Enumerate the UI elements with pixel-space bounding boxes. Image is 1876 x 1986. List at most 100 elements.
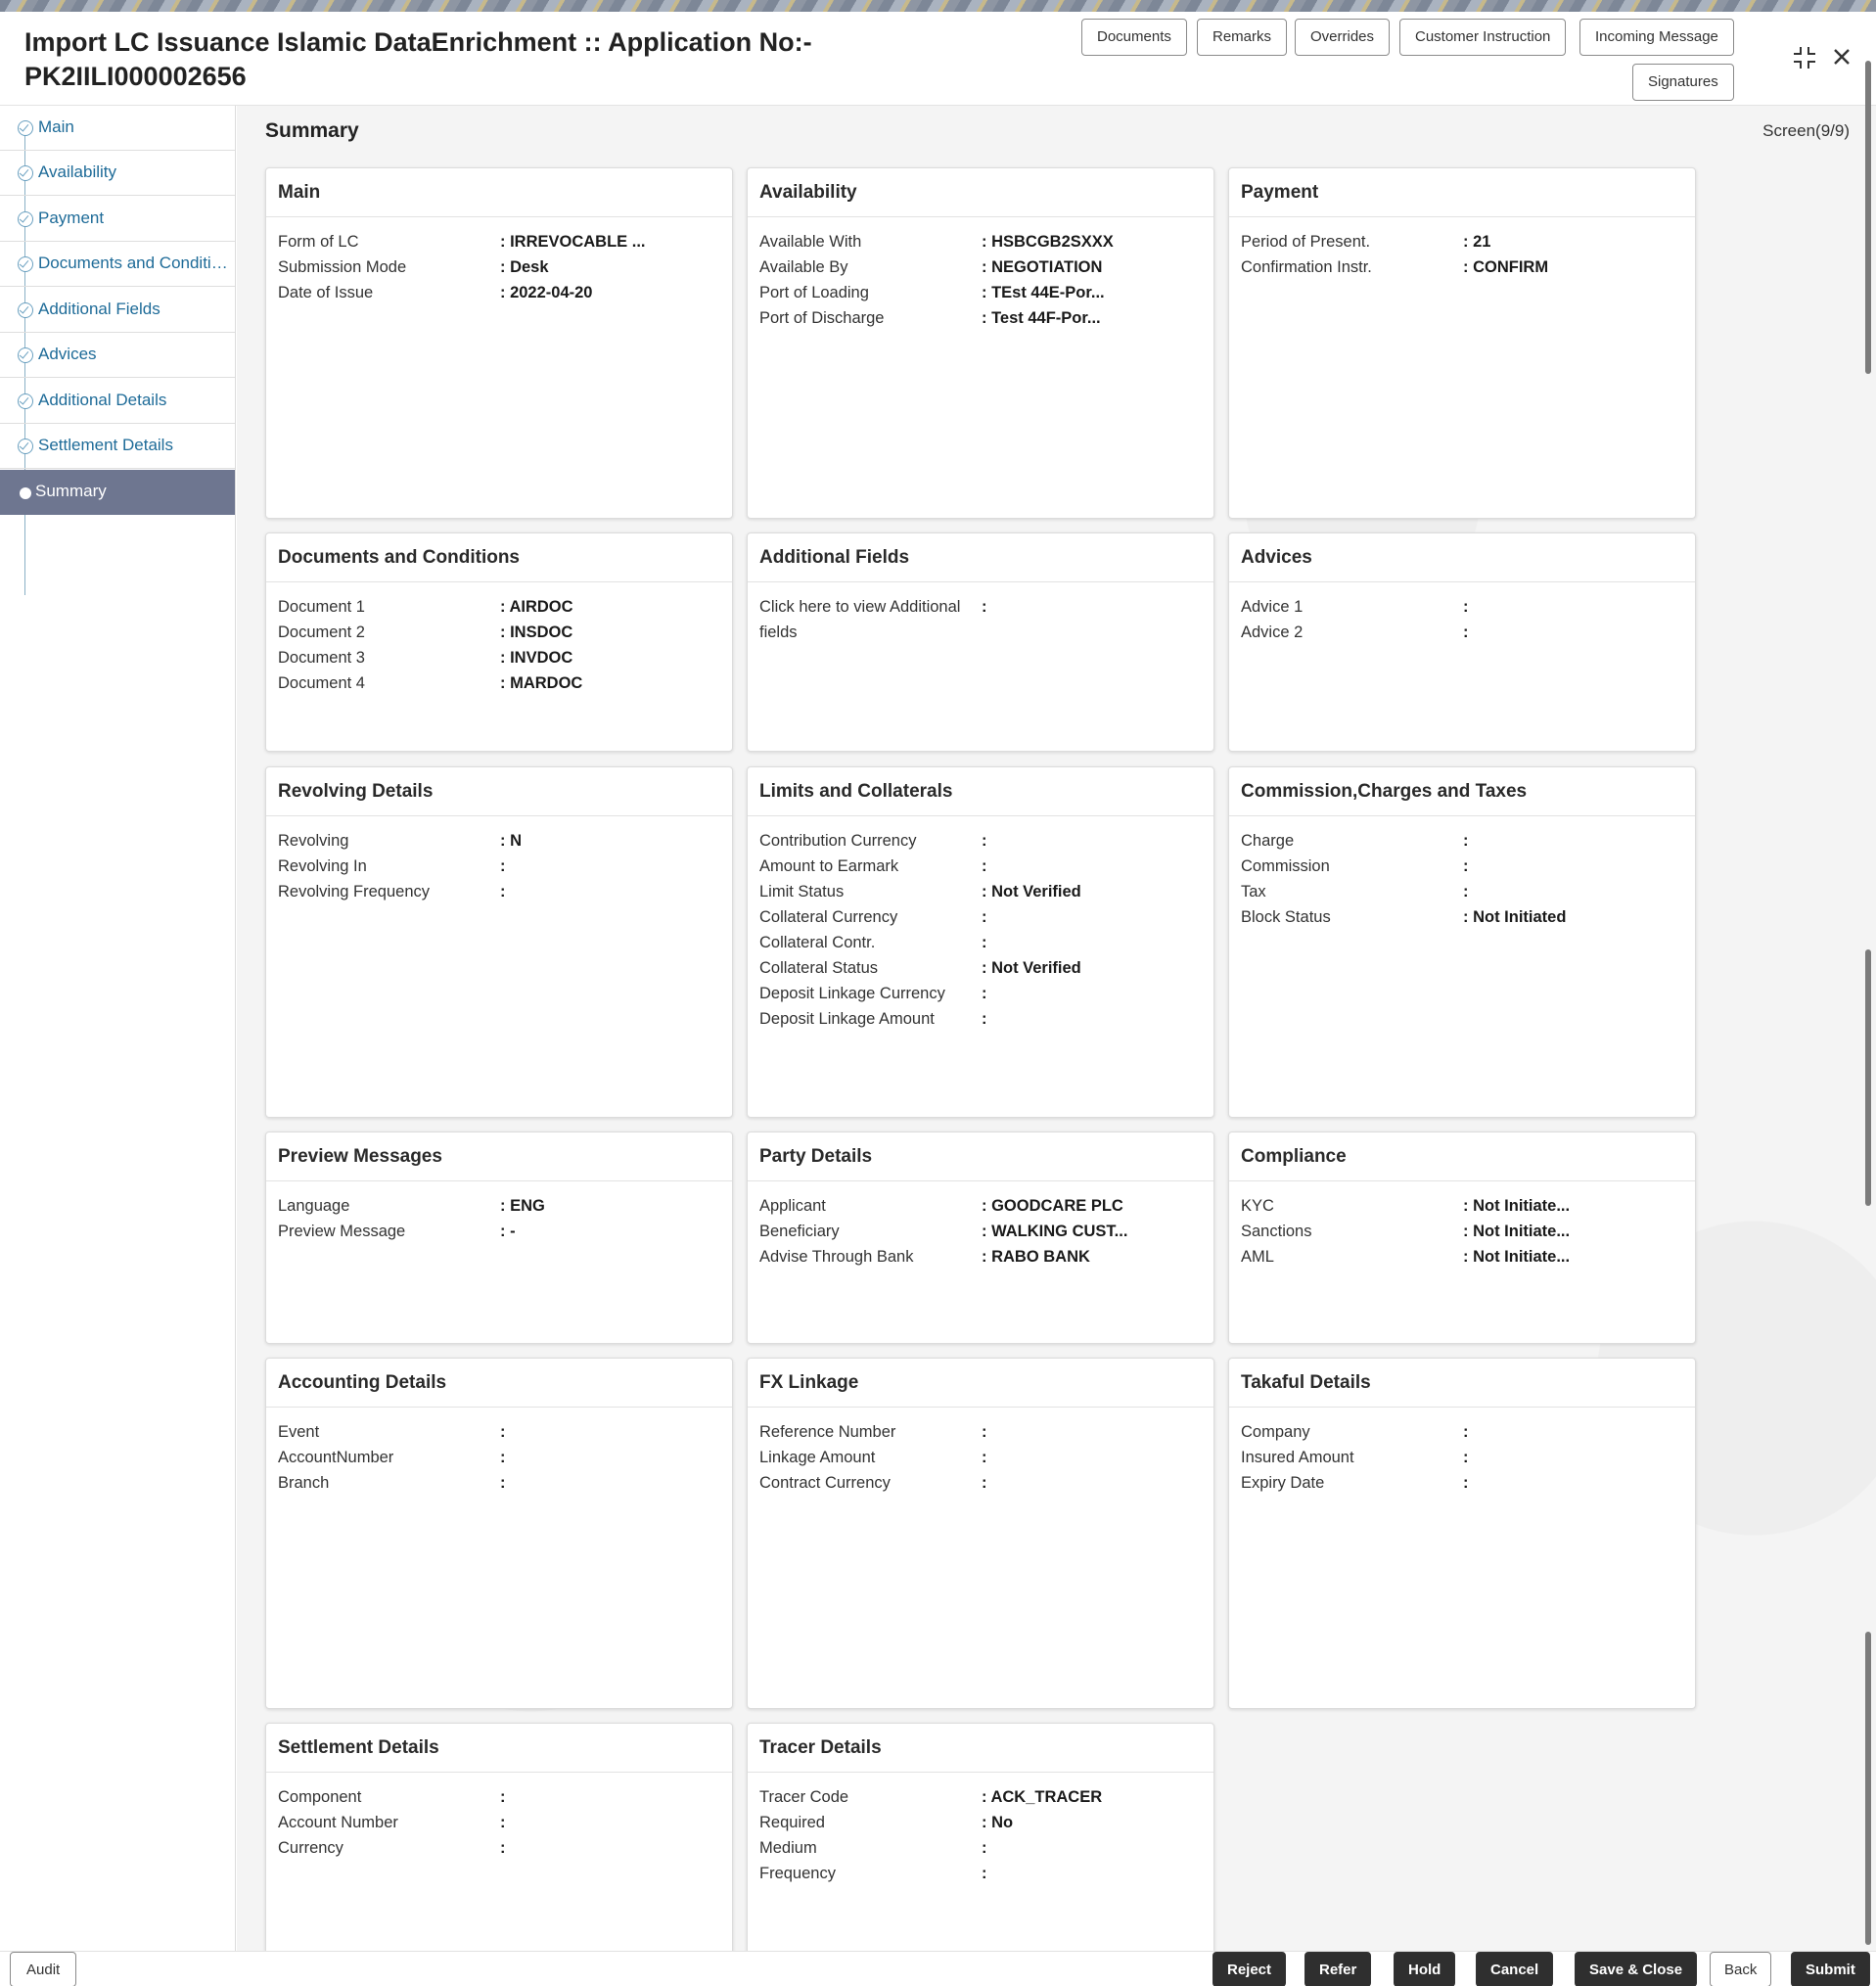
field-value: : Not Initiate...	[1463, 1223, 1571, 1240]
field-row: Amount to Earmark:	[759, 854, 1202, 879]
card-fx-linkage[interactable]: FX Linkage Reference Number: Linkage Amou…	[747, 1358, 1214, 1709]
card-body: Period of Present.: 21 Confirmation Instr…	[1229, 217, 1695, 280]
card-body: Advice 1: Advice 2:	[1229, 582, 1695, 645]
card-payment[interactable]: Payment Period of Present.: 21 Confirmati…	[1228, 167, 1696, 519]
overrides-button[interactable]: Overrides	[1295, 19, 1391, 56]
hold-button[interactable]: Hold	[1394, 1952, 1456, 1986]
card-documents-and-conditions[interactable]: Documents and Conditions Document 1: AIR…	[265, 532, 733, 752]
card-compliance[interactable]: Compliance KYC: Not Initiate... Sanctions…	[1228, 1132, 1696, 1344]
sidebar-item-label: Settlement Details	[38, 436, 173, 454]
signatures-button[interactable]: Signatures	[1632, 64, 1734, 101]
close-icon[interactable]	[1830, 45, 1853, 74]
field-value: :	[500, 1788, 506, 1806]
card-advices[interactable]: Advices Advice 1: Advice 2:	[1228, 532, 1696, 752]
field-label: Sanctions	[1241, 1223, 1312, 1240]
field-label[interactable]: Click here to view Additional fields	[759, 594, 982, 645]
collapse-icon[interactable]	[1792, 45, 1817, 76]
field-row: Branch:	[278, 1470, 720, 1496]
documents-button[interactable]: Documents	[1081, 19, 1187, 56]
incoming-message-button[interactable]: Incoming Message	[1579, 19, 1734, 56]
field-label: Account Number	[278, 1814, 398, 1831]
field-label: Linkage Amount	[759, 1449, 876, 1466]
scrollbar-thumb[interactable]	[1865, 1632, 1871, 1945]
card-party-details[interactable]: Party Details Applicant: GOODCARE PLC Ben…	[747, 1132, 1214, 1344]
field-row: Revolving Frequency:	[278, 879, 720, 904]
field-row: Available By: NEGOTIATION	[759, 254, 1202, 280]
field-value: : HSBCGB2SXXX	[982, 233, 1114, 251]
field-row: Linkage Amount:	[759, 1445, 1202, 1470]
field-label: Deposit Linkage Currency	[759, 985, 945, 1002]
field-row: Insured Amount:	[1241, 1445, 1683, 1470]
card-additional-fields[interactable]: Additional Fields Click here to view Add…	[747, 532, 1214, 752]
sidebar-item-advices[interactable]: Advices	[0, 333, 235, 378]
section-title: Summary	[265, 119, 359, 142]
field-row: Event:	[278, 1419, 720, 1445]
field-value: : Desk	[500, 258, 549, 276]
field-label: Reference Number	[759, 1423, 896, 1441]
field-row: Contract Currency:	[759, 1470, 1202, 1496]
scrollbar-thumb[interactable]	[1865, 61, 1871, 374]
card-title: Takaful Details	[1229, 1359, 1695, 1408]
field-label: Contribution Currency	[759, 832, 917, 850]
sidebar-item-main[interactable]: Main	[0, 106, 235, 151]
field-value: : 21	[1463, 233, 1491, 251]
field-label: Tracer Code	[759, 1788, 849, 1806]
card-accounting-details[interactable]: Accounting Details Event: AccountNumber: B…	[265, 1358, 733, 1709]
sidebar-item-label: Advices	[38, 345, 97, 363]
customer-instruction-button[interactable]: Customer Instruction	[1399, 19, 1567, 56]
card-preview-messages[interactable]: Preview Messages Language: ENG Preview Me…	[265, 1132, 733, 1344]
screen-indicator: Screen(9/9)	[1762, 121, 1850, 140]
field-label: Document 2	[278, 624, 365, 641]
sidebar-item-label: Main	[38, 117, 74, 136]
field-value: :	[982, 598, 987, 616]
card-title: Preview Messages	[266, 1132, 732, 1181]
check-circle-icon	[18, 120, 33, 136]
card-revolving-details[interactable]: Revolving Details Revolving: N Revolving …	[265, 766, 733, 1118]
scrollbar-thumb[interactable]	[1865, 949, 1871, 1206]
card-takaful-details[interactable]: Takaful Details Company: Insured Amount: E…	[1228, 1358, 1696, 1709]
cancel-button[interactable]: Cancel	[1476, 1952, 1554, 1986]
field-value: : Test 44F-Por...	[982, 309, 1101, 327]
collapse-icon-svg	[1794, 47, 1815, 69]
sidebar-item-additional-details[interactable]: Additional Details	[0, 379, 235, 424]
top-decorative-strip	[0, 0, 1876, 12]
field-label: Contract Currency	[759, 1474, 891, 1492]
card-limits-and-collaterals[interactable]: Limits and Collaterals Contribution Curr…	[747, 766, 1214, 1118]
save-and-close-button[interactable]: Save & Close	[1575, 1952, 1698, 1986]
card-tracer-details[interactable]: Tracer Details Tracer Code: ACK_TRACER Re…	[747, 1723, 1214, 1958]
sidebar-item-payment[interactable]: Payment	[0, 197, 235, 242]
field-value: : INVDOC	[500, 649, 573, 667]
sidebar-item-summary[interactable]: Summary	[0, 470, 235, 515]
card-title: Additional Fields	[748, 533, 1213, 582]
card-commission-charges-taxes[interactable]: Commission,Charges and Taxes Charge: Comm…	[1228, 766, 1696, 1118]
audit-button[interactable]: Audit	[10, 1952, 77, 1986]
field-value: : RABO BANK	[982, 1248, 1090, 1266]
back-button[interactable]: Back	[1710, 1952, 1772, 1986]
field-value: :	[982, 1474, 987, 1492]
sidebar-item-documents-and-conditions[interactable]: Documents and Conditions	[0, 242, 235, 287]
field-label: Beneficiary	[759, 1223, 840, 1240]
field-value: : -	[500, 1223, 516, 1240]
card-settlement-details[interactable]: Settlement Details Component: Account Num…	[265, 1723, 733, 1958]
check-circle-icon	[18, 439, 33, 454]
sidebar-item-settlement-details[interactable]: Settlement Details	[0, 424, 235, 469]
field-label: Confirmation Instr.	[1241, 258, 1372, 276]
submit-button[interactable]: Submit	[1791, 1952, 1870, 1986]
card-body: Contribution Currency: Amount to Earmark:…	[748, 816, 1213, 1032]
field-label: Commission	[1241, 857, 1330, 875]
field-row: Required: No	[759, 1810, 1202, 1835]
reject-button[interactable]: Reject	[1213, 1952, 1287, 1986]
field-label: Port of Discharge	[759, 309, 885, 327]
card-title: Payment	[1229, 168, 1695, 217]
sidebar-item-additional-fields[interactable]: Additional Fields	[0, 288, 235, 333]
card-main[interactable]: Main Form of LC: IRREVOCABLE ... Submissi…	[265, 167, 733, 519]
field-label: Applicant	[759, 1197, 826, 1215]
remarks-button[interactable]: Remarks	[1197, 19, 1288, 56]
field-label: Date of Issue	[278, 284, 374, 301]
card-availability[interactable]: Availability Available With: HSBCGB2SXXX…	[747, 167, 1214, 519]
sidebar-item-availability[interactable]: Availability	[0, 151, 235, 196]
card-body: Click here to view Additional fields:	[748, 582, 1213, 645]
field-value: : Not Verified	[982, 959, 1081, 977]
field-value: : No	[982, 1814, 1014, 1831]
refer-button[interactable]: Refer	[1304, 1952, 1372, 1986]
